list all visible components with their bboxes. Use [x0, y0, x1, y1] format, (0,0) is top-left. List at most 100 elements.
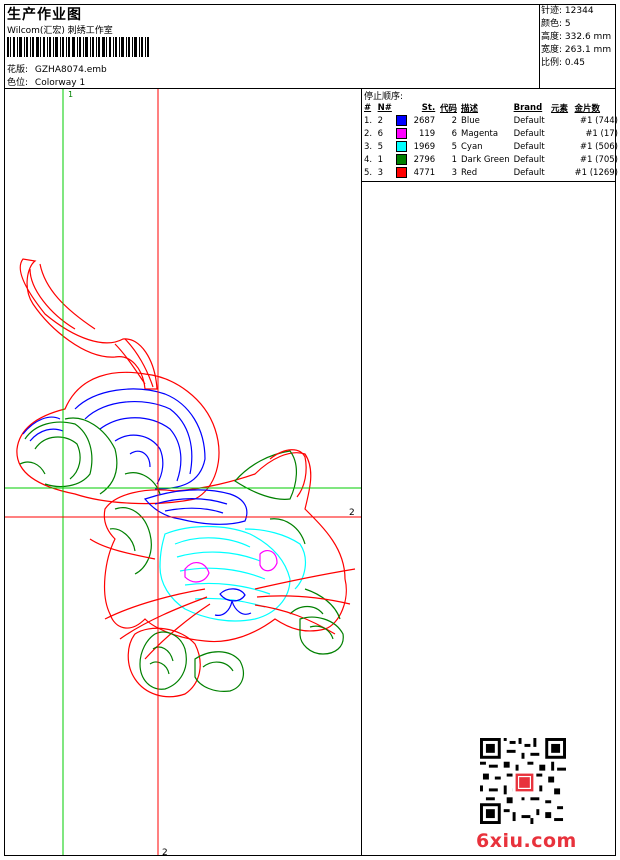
paw-bottom: [194, 651, 244, 692]
table-row: 5. 3 4771 3 Red Default #1 (1269): [362, 166, 620, 179]
col-index: #: [364, 102, 372, 113]
colorway-line: 色位: Colorway 1: [7, 75, 85, 88]
row-brand: Default: [513, 154, 545, 165]
row-description: Red: [461, 167, 478, 178]
row-needle: 2: [377, 115, 384, 126]
colorway-value: Colorway 1: [34, 78, 86, 88]
color-swatch: [395, 154, 407, 165]
table-row: 2. 6 119 6 Magenta Default #1 (17): [362, 127, 620, 140]
paw-left-outline: [127, 627, 201, 698]
head-blue-band: [143, 489, 248, 525]
row-stitches: 1969: [413, 141, 436, 152]
row-element: [549, 140, 572, 153]
col-description: 描述: [461, 103, 479, 114]
row-code: 3: [451, 167, 457, 178]
ear-right: [269, 449, 307, 498]
row-sequins: #1 (506): [579, 141, 618, 152]
row-sequins: #1 (705): [579, 154, 618, 165]
design-file: GZHA8074.emb: [34, 65, 107, 75]
colorway-label: 色位:: [7, 78, 29, 88]
row-index: 2.: [364, 128, 373, 139]
row-code: 1: [451, 154, 457, 165]
row-needle: 1: [377, 154, 384, 165]
company-name: Wilcom(汇宏) 刺绣工作室: [7, 26, 113, 36]
page-title: 生产作业图: [7, 7, 82, 23]
eye-right: [259, 550, 278, 572]
row-sequins: #1 (1269): [574, 167, 619, 178]
row-swatch: [394, 166, 411, 179]
color-count: 颜色: 5: [541, 19, 571, 29]
row-needle: 5: [377, 141, 384, 152]
row-description: Cyan: [461, 141, 483, 152]
design-canvas: 1 2 2: [5, 89, 361, 855]
design-file-line: 花版: GZHA8074.emb: [7, 62, 107, 75]
row-description: Dark Green: [461, 154, 510, 165]
table-row: 3. 5 1969 5 Cyan Default #1 (506): [362, 140, 620, 153]
design-divider: [361, 88, 362, 856]
body-outline: [16, 371, 220, 505]
row-description: Magenta: [461, 128, 499, 139]
design-scale: 比例: 0.45: [541, 58, 585, 68]
row-stitches: 2796: [413, 154, 436, 165]
row-element: [549, 153, 572, 166]
paw-right: [299, 616, 344, 655]
color-swatch: [395, 128, 407, 139]
tail-fill: [29, 263, 154, 388]
col-needle: N#: [377, 102, 392, 113]
ear-left: [234, 450, 297, 500]
row-stitches: 2687: [413, 115, 436, 126]
col-brand: Brand: [513, 102, 543, 113]
row-code: 6: [451, 128, 457, 139]
row-swatch: [394, 140, 411, 153]
qr-code: [480, 738, 566, 824]
row-needle: 6: [377, 128, 384, 139]
row-brand: Default: [513, 167, 545, 178]
design-height: 高度: 332.6 mm: [541, 32, 612, 42]
stop-sequence-table: # N# St. 代码 描述 Brand 元素 金片数 1. 2 2687 2 Blue…: [362, 101, 620, 179]
cat-embroidery-design: [16, 258, 356, 698]
row-needle: 3: [377, 167, 384, 178]
row-description: Blue: [461, 115, 480, 126]
row-element: [549, 114, 572, 127]
row-brand: Default: [513, 141, 545, 152]
stats-panel: 针迹: 12344 颜色: 5 高度: 332.6 mm 宽度: 263.1 m…: [541, 5, 611, 70]
table-bottom-line: [361, 181, 616, 182]
row-sequins: #1 (744): [579, 115, 618, 126]
table-row: 1. 2 2687 2 Blue Default #1 (744): [362, 114, 620, 127]
site-watermark: 6xiu.com: [476, 830, 577, 852]
col-code: 代码: [439, 103, 457, 114]
design-width: 宽度: 263.1 mm: [541, 45, 612, 55]
col-stitches: St.: [421, 102, 436, 113]
row-stitches: 119: [418, 128, 436, 139]
red-guide-h-label: 2: [349, 508, 355, 518]
col-swatch: [394, 101, 411, 114]
color-swatch: [395, 167, 407, 178]
table-row: 4. 1 2796 1 Dark Green Default #1 (705): [362, 153, 620, 166]
color-swatch: [395, 115, 407, 126]
row-brand: Default: [513, 128, 545, 139]
barcode: [7, 37, 149, 57]
stats-divider: [539, 4, 540, 88]
row-index: 3.: [364, 141, 373, 152]
design-label: 花版:: [7, 65, 29, 75]
row-index: 5.: [364, 167, 373, 178]
row-swatch: [394, 153, 411, 166]
row-code: 5: [451, 141, 457, 152]
row-brand: Default: [513, 115, 545, 126]
row-element: [549, 166, 572, 179]
row-element: [549, 127, 572, 140]
col-sequins: 金片数: [574, 103, 601, 114]
row-index: 4.: [364, 154, 373, 165]
row-code: 2: [451, 115, 457, 126]
stitch-count: 针迹: 12344: [541, 6, 594, 16]
eye-left: [184, 562, 210, 583]
row-index: 1.: [364, 115, 373, 126]
green-guide-label: 1: [68, 90, 73, 99]
row-swatch: [394, 127, 411, 140]
col-element: 元素: [551, 103, 569, 114]
row-swatch: [394, 114, 411, 127]
body-green-fill: [19, 417, 161, 495]
red-guide-v-label: 2: [162, 848, 168, 855]
color-swatch: [395, 141, 407, 152]
stop-table-header: # N# St. 代码 描述 Brand 元素 金片数: [362, 101, 620, 114]
